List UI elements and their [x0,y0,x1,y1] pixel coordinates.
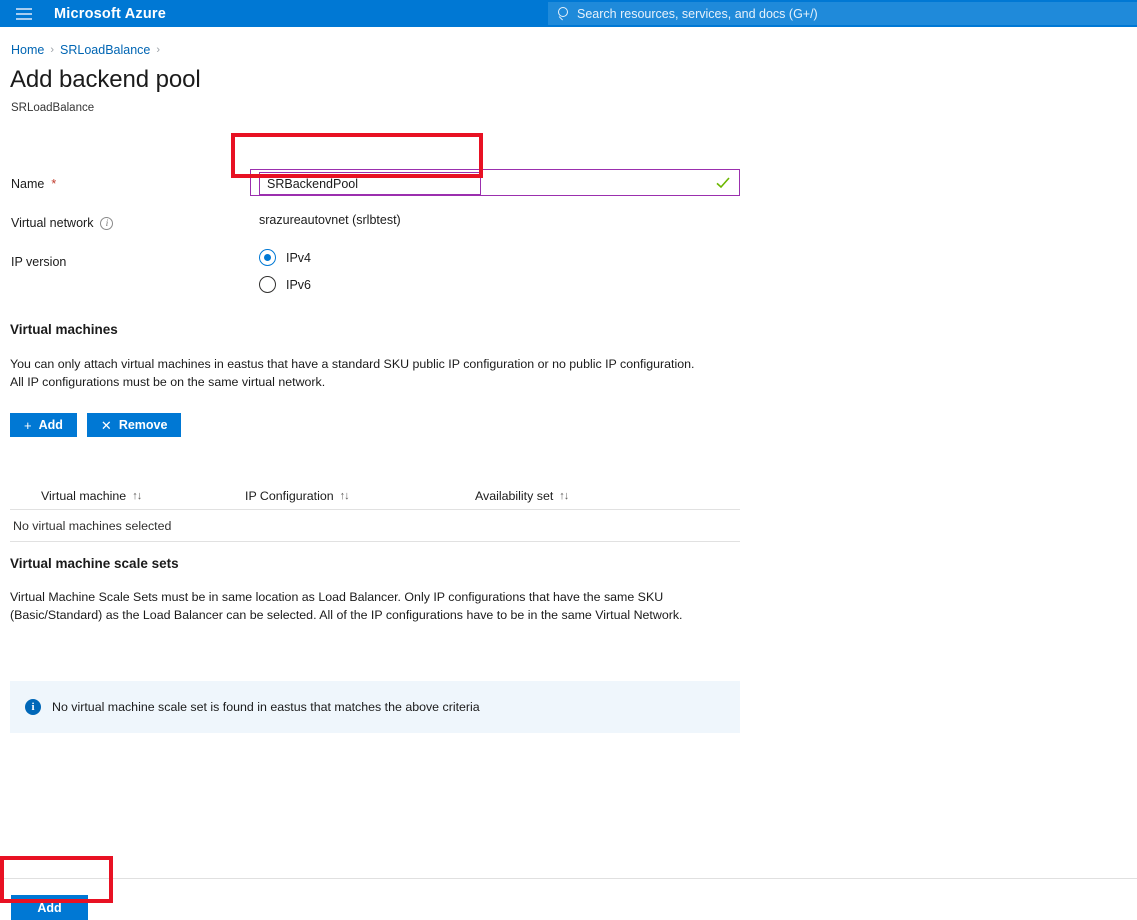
scale-sets-description: Virtual Machine Scale Sets must be in sa… [10,588,740,624]
table-header-row: Virtual machine ↑↓ IP Configuration ↑↓ A… [10,482,740,510]
breadcrumb-separator-icon: › [156,44,160,56]
page-title: Add backend pool [10,66,201,94]
name-label-text: Name [11,177,44,191]
column-header-ip-configuration[interactable]: IP Configuration ↑↓ [245,489,475,503]
close-x-icon: ✕ [101,419,112,432]
vm-add-button[interactable]: + Add [10,413,77,437]
name-input[interactable]: SRBackendPool [259,172,481,195]
hamburger-line [16,8,32,10]
breadcrumb: Home › SRLoadBalance › [11,43,160,57]
column-header-availability-set[interactable]: Availability set ↑↓ [475,489,705,503]
name-label: Name * [11,177,56,191]
scale-sets-heading: Virtual machine scale sets [10,556,179,571]
virtual-network-value: srazureautovnet (srlbtest) [259,213,401,227]
vm-description-line-1: You can only attach virtual machines in … [10,355,740,373]
vm-add-button-label: Add [39,418,63,432]
scale-sets-info-banner: i No virtual machine scale set is found … [10,681,740,733]
radio-option-ipv4[interactable]: IPv4 [259,249,311,266]
column-header-label: Virtual machine [41,489,126,503]
required-marker: * [51,177,56,191]
radio-label-ipv6: IPv6 [286,278,311,292]
column-header-label: Availability set [475,489,553,503]
vm-description-line-2: All IP configurations must be on the sam… [10,373,740,391]
vm-remove-button-label: Remove [119,418,168,432]
table-empty-message: No virtual machines selected [10,519,171,533]
vm-command-bar: + Add ✕ Remove [10,413,181,437]
virtual-network-label: Virtual network i [11,216,113,230]
column-header-virtual-machine[interactable]: Virtual machine ↑↓ [10,489,245,503]
sort-arrows-icon: ↑↓ [132,490,141,502]
sort-arrows-icon: ↑↓ [559,490,568,502]
hamburger-line [16,13,32,15]
search-icon [557,7,570,20]
scale-sets-description-line-1: Virtual Machine Scale Sets must be in sa… [10,588,740,606]
search-placeholder: Search resources, services, and docs (G+… [577,7,818,21]
plus-icon: + [24,419,32,432]
radio-button-ipv6[interactable] [259,276,276,293]
scale-sets-description-line-2: (Basic/Standard) as the Load Balancer ca… [10,606,740,624]
info-banner-text: No virtual machine scale set is found in… [52,700,480,714]
page-subtitle: SRLoadBalance [11,102,94,114]
hamburger-menu-icon[interactable] [0,0,48,27]
virtual-machines-table: Virtual machine ↑↓ IP Configuration ↑↓ A… [10,482,740,542]
submit-add-button[interactable]: Add [11,895,88,920]
azure-top-navigation-bar: Microsoft Azure Search resources, servic… [0,0,1137,27]
info-circle-icon[interactable]: i [100,217,113,230]
azure-brand-title[interactable]: Microsoft Azure [54,6,166,22]
info-icon: i [25,699,41,715]
global-search-input[interactable]: Search resources, services, and docs (G+… [548,2,1137,25]
blade-content: Home › SRLoadBalance › Add backend pool … [0,27,1137,915]
radio-button-ipv4[interactable] [259,249,276,266]
green-checkmark-icon [715,174,731,192]
sort-arrows-icon: ↑↓ [340,490,349,502]
breadcrumb-separator-icon: › [50,44,54,56]
name-field-container[interactable]: SRBackendPool [250,169,740,196]
breadcrumb-item-srloadbalance[interactable]: SRLoadBalance [60,43,150,57]
breadcrumb-item-home[interactable]: Home [11,43,44,57]
vm-remove-button[interactable]: ✕ Remove [87,413,182,437]
virtual-machines-description: You can only attach virtual machines in … [10,355,740,391]
virtual-machines-heading: Virtual machines [10,322,118,337]
table-row: No virtual machines selected [10,510,740,542]
column-header-label: IP Configuration [245,489,334,503]
virtual-network-label-text: Virtual network [11,216,93,230]
ip-version-label: IP version [11,255,66,269]
footer-divider [0,878,1137,879]
radio-option-ipv6[interactable]: IPv6 [259,276,311,293]
ip-version-label-text: IP version [11,255,66,269]
hamburger-line [16,18,32,20]
radio-label-ipv4: IPv4 [286,251,311,265]
